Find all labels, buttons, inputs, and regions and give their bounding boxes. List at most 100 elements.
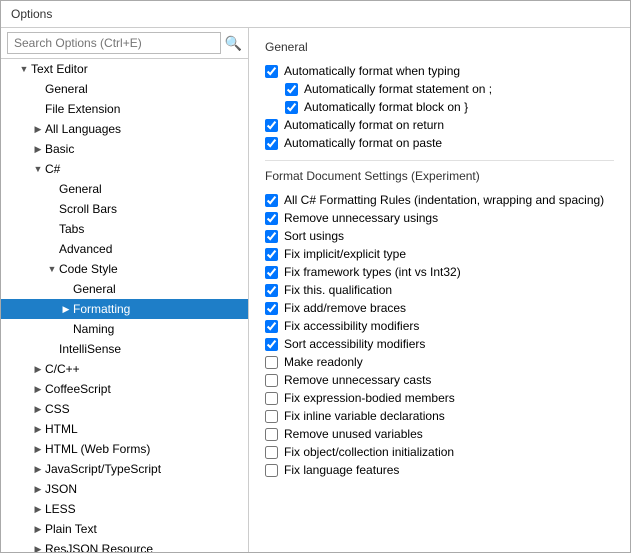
tree-item-label: General (59, 182, 102, 196)
search-input[interactable] (7, 32, 221, 54)
left-panel: 🔍 ▼Text EditorGeneralFile Extension▶All … (1, 28, 249, 552)
checkbox-label: Fix framework types (int vs Int32) (284, 265, 461, 279)
tree-item-label: Text Editor (31, 62, 88, 76)
checkbox-format-15[interactable] (265, 464, 278, 477)
tree-item-c-cpp[interactable]: ▶C/C++ (1, 359, 248, 379)
checkbox-format-3[interactable] (265, 248, 278, 261)
general-checkbox-row: Automatically format on paste (265, 134, 614, 152)
general-checkbox-row: Automatically format when typing (265, 62, 614, 80)
format-checkbox-row: Make readonly (265, 353, 614, 371)
content-area: 🔍 ▼Text EditorGeneralFile Extension▶All … (1, 28, 630, 552)
tree-item-label: File Extension (45, 102, 120, 116)
tree-item-html-web[interactable]: ▶HTML (Web Forms) (1, 439, 248, 459)
tree-item-css[interactable]: ▶CSS (1, 399, 248, 419)
checkbox-label: Automatically format statement on ; (304, 82, 492, 96)
checkbox-format-11[interactable] (265, 392, 278, 405)
tree-item-html[interactable]: ▶HTML (1, 419, 248, 439)
checkbox-label: Fix add/remove braces (284, 301, 406, 315)
tree-item-label: IntelliSense (59, 342, 121, 356)
tree-item-label: All Languages (45, 122, 121, 136)
format-checkbox-row: Fix language features (265, 461, 614, 479)
checkbox-format-7[interactable] (265, 320, 278, 333)
arrow-icon: ▶ (31, 144, 45, 155)
checkbox-label: Remove unused variables (284, 427, 423, 441)
checkbox-label: Sort usings (284, 229, 344, 243)
checkbox-format-14[interactable] (265, 446, 278, 459)
checkbox-label: Automatically format on paste (284, 136, 442, 150)
checkbox-format-12[interactable] (265, 410, 278, 423)
tree-item-text-editor[interactable]: ▼Text Editor (1, 59, 248, 79)
tree-item-label: CSS (45, 402, 70, 416)
format-checkbox-row: Fix expression-bodied members (265, 389, 614, 407)
tree-item-scroll-bars[interactable]: Scroll Bars (1, 199, 248, 219)
arrow-icon: ▶ (31, 124, 45, 135)
checkbox-format-2[interactable] (265, 230, 278, 243)
checkbox-format-8[interactable] (265, 338, 278, 351)
format-checkbox-row: Sort usings (265, 227, 614, 245)
checkbox-general-3[interactable] (265, 119, 278, 132)
tree-item-code-style-general[interactable]: General (1, 279, 248, 299)
tree-item-plain-text[interactable]: ▶Plain Text (1, 519, 248, 539)
arrow-icon: ▶ (31, 444, 45, 455)
tree-item-advanced[interactable]: Advanced (1, 239, 248, 259)
checkbox-general-4[interactable] (265, 137, 278, 150)
tree-item-label: Formatting (73, 302, 130, 316)
checkbox-general-1[interactable] (285, 83, 298, 96)
format-checkbox-row: Fix this. qualification (265, 281, 614, 299)
format-checkbox-row: All C# Formatting Rules (indentation, wr… (265, 191, 614, 209)
tree-item-javascript[interactable]: ▶JavaScript/TypeScript (1, 459, 248, 479)
arrow-icon: ▶ (31, 504, 45, 515)
tree-item-coffeescript[interactable]: ▶CoffeeScript (1, 379, 248, 399)
arrow-icon: ▼ (31, 164, 45, 174)
tree-item-label: JavaScript/TypeScript (45, 462, 161, 476)
general-checkbox-row: Automatically format block on } (285, 98, 614, 116)
checkbox-label: Fix implicit/explicit type (284, 247, 406, 261)
right-panel: GeneralAutomatically format when typingA… (249, 28, 630, 552)
tree-item-naming[interactable]: Naming (1, 319, 248, 339)
checkbox-format-5[interactable] (265, 284, 278, 297)
checkbox-format-6[interactable] (265, 302, 278, 315)
tree-item-label: Scroll Bars (59, 202, 117, 216)
tree-item-formatting[interactable]: ▶Formatting (1, 299, 248, 319)
tree-item-all-languages[interactable]: ▶All Languages (1, 119, 248, 139)
tree-item-csharp[interactable]: ▼C# (1, 159, 248, 179)
arrow-icon: ▼ (45, 264, 59, 274)
checkbox-label: Remove unnecessary usings (284, 211, 438, 225)
checkbox-label: Fix language features (284, 463, 399, 477)
tree-item-resjson[interactable]: ▶ResJSON Resource (1, 539, 248, 552)
checkbox-format-9[interactable] (265, 356, 278, 369)
checkbox-format-13[interactable] (265, 428, 278, 441)
arrow-icon: ▼ (17, 64, 31, 74)
tree-item-tabs[interactable]: Tabs (1, 219, 248, 239)
checkbox-general-2[interactable] (285, 101, 298, 114)
format-checkbox-row: Fix object/collection initialization (265, 443, 614, 461)
tree-item-csharp-general[interactable]: General (1, 179, 248, 199)
tree-item-label: Tabs (59, 222, 84, 236)
format-checkbox-row: Fix accessibility modifiers (265, 317, 614, 335)
checkbox-label: Automatically format block on } (304, 100, 468, 114)
checkbox-label: Remove unnecessary casts (284, 373, 431, 387)
tree-container: ▼Text EditorGeneralFile Extension▶All La… (1, 59, 248, 552)
arrow-icon: ▶ (31, 364, 45, 375)
checkbox-format-0[interactable] (265, 194, 278, 207)
arrow-icon: ▶ (31, 484, 45, 495)
window-title: Options (11, 7, 52, 21)
tree-item-less[interactable]: ▶LESS (1, 499, 248, 519)
tree-item-label: General (73, 282, 116, 296)
general-checkbox-row: Automatically format on return (265, 116, 614, 134)
tree-item-json[interactable]: ▶JSON (1, 479, 248, 499)
tree-item-basic[interactable]: ▶Basic (1, 139, 248, 159)
section-divider (265, 160, 614, 161)
checkbox-format-10[interactable] (265, 374, 278, 387)
checkbox-general-0[interactable] (265, 65, 278, 78)
tree-item-general[interactable]: General (1, 79, 248, 99)
format-checkbox-row: Remove unused variables (265, 425, 614, 443)
checkbox-format-4[interactable] (265, 266, 278, 279)
tree-item-file-extension[interactable]: File Extension (1, 99, 248, 119)
tree-item-intellisense[interactable]: IntelliSense (1, 339, 248, 359)
tree-item-label: LESS (45, 502, 76, 516)
arrow-icon: ▶ (31, 464, 45, 475)
checkbox-label: Fix object/collection initialization (284, 445, 454, 459)
checkbox-format-1[interactable] (265, 212, 278, 225)
tree-item-code-style[interactable]: ▼Code Style (1, 259, 248, 279)
